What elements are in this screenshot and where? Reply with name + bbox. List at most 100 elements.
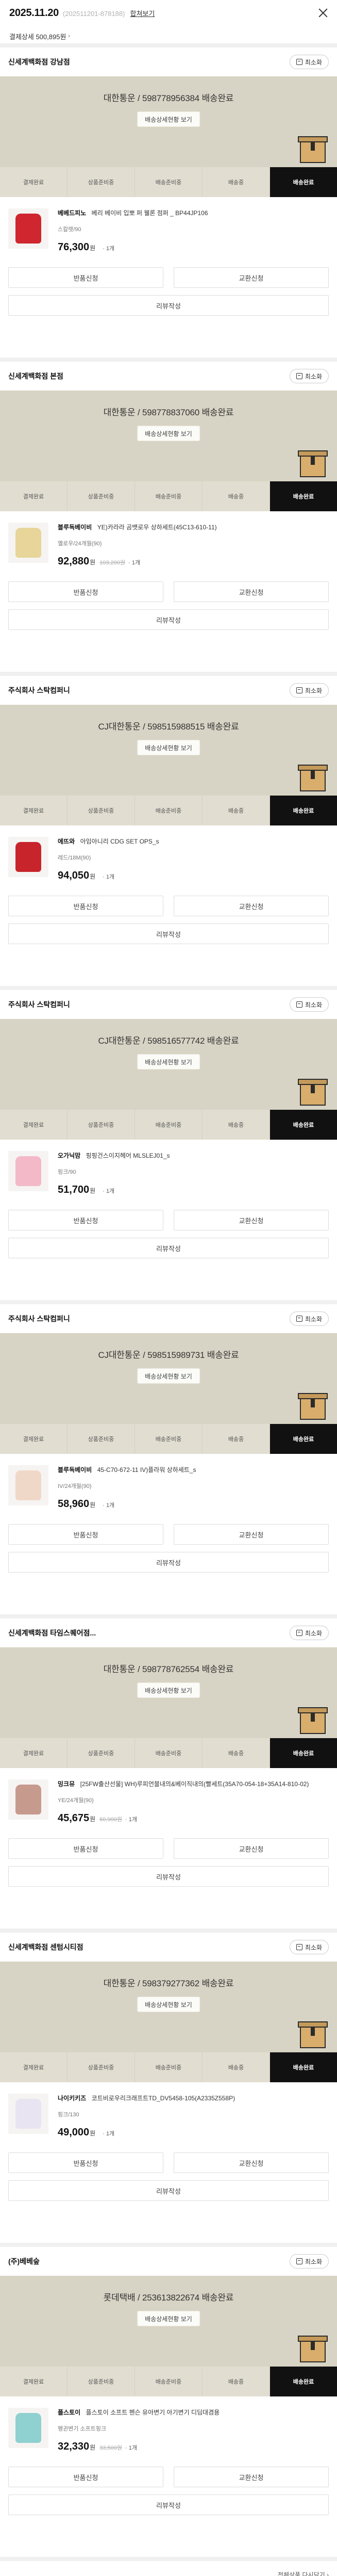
red-padded-jacket-icon [15, 214, 41, 244]
product-thumbnail[interactable] [8, 1465, 48, 1505]
exchange-request-button[interactable]: 교환신청 [174, 267, 329, 288]
minimize-button[interactable]: 최소화 [289, 55, 329, 69]
shipping-status: CJ대한통운 / 598516577742 배송완료 [98, 1036, 239, 1046]
product-thumbnail[interactable] [8, 1151, 48, 1191]
shipping-tracker: 대한통운 / 598778956384 배송완료 배송상세현황 보기 결제완료 상… [0, 76, 337, 197]
product-item[interactable]: 블루독베이비 45-C70-672-11 IV)플라워 상하세트_s IV/24… [0, 1454, 337, 1515]
store-header: 신세계백화점 강남점 최소화 [0, 47, 337, 76]
close-icon[interactable] [317, 7, 329, 19]
product-item[interactable]: 밍크뮤 [25FW출산선물] WH)루피언블내의&베이직내의(빨세트(35A70… [0, 1768, 337, 1829]
product-item[interactable]: 나이키키즈 코트비로우리크래프트TD_DV5458-105(A2335Z558P… [0, 2082, 337, 2143]
shipping-tracker: 대한통운 / 598778837060 배송완료 배송상세현황 보기 결제완료 상… [0, 391, 337, 511]
product-brand: 밍크뮤 [58, 1780, 75, 1788]
delivery-step: 상품준비중 [68, 1424, 135, 1454]
return-request-button[interactable]: 반품신청 [8, 2152, 163, 2173]
return-request-button[interactable]: 반품신청 [8, 1838, 163, 1859]
track-detail-button[interactable]: 배송상세현황 보기 [137, 1368, 200, 1384]
exchange-request-button[interactable]: 교환신청 [174, 1524, 329, 1545]
delivery-step: 배송중 [203, 481, 270, 511]
exchange-request-button[interactable]: 교환신청 [174, 2467, 329, 2487]
minimize-button[interactable]: 최소화 [289, 1311, 329, 1326]
delivery-step: 결제완료 [0, 481, 68, 511]
write-review-button[interactable]: 리뷰작성 [8, 1866, 329, 1887]
product-thumbnail[interactable] [8, 1779, 48, 1820]
store-block: 주식회사 스탁컴퍼니 최소화 CJ대한통운 / 598515988515 배송완… [0, 676, 337, 990]
minimize-icon [296, 2258, 302, 2264]
price-row: 32,330 원 33,500원 · 1개 [58, 2441, 329, 2453]
delivery-step: 상품준비중 [68, 1110, 135, 1140]
minimize-button[interactable]: 최소화 [289, 997, 329, 1012]
minimize-icon [296, 1001, 302, 1008]
minimize-button[interactable]: 최소화 [289, 1940, 329, 1954]
write-review-button[interactable]: 리뷰작성 [8, 2180, 329, 2201]
exchange-request-button[interactable]: 교환신청 [174, 1838, 329, 1859]
minimize-button[interactable]: 최소화 [289, 1626, 329, 1640]
product-thumbnail[interactable] [8, 837, 48, 877]
track-detail-button[interactable]: 배송상세현황 보기 [137, 740, 200, 755]
merged-view-link[interactable]: 합쳐보기 [130, 8, 155, 18]
store-block: (주)베베숲 최소화 롯데택배 / 253613822674 배송완료 배송상세… [0, 2247, 337, 2561]
store-name: 주식회사 스탁컴퍼니 [8, 1315, 70, 1323]
store-block: 주식회사 스탁컴퍼니 최소화 CJ대한통운 / 598516577742 배송완… [0, 990, 337, 1304]
product-thumbnail[interactable] [8, 208, 48, 249]
return-request-button[interactable]: 반품신청 [8, 267, 163, 288]
exchange-request-button[interactable]: 교환신청 [174, 896, 329, 916]
delivery-step: 배송완료 [270, 2052, 337, 2082]
product-price: 94,050 [58, 870, 90, 881]
exchange-request-button[interactable]: 교환신청 [174, 2152, 329, 2173]
minimize-label: 최소화 [305, 58, 322, 66]
delivery-step: 상품준비중 [68, 796, 135, 825]
action-buttons: 반품신청 교환신청 리뷰작성 [0, 1829, 337, 1909]
product-price: 92,880 [58, 556, 90, 567]
action-buttons: 반품신청 교환신청 리뷰작성 [0, 2457, 337, 2538]
write-review-button[interactable]: 리뷰작성 [8, 1238, 329, 1258]
box-tape [311, 2341, 315, 2350]
product-item[interactable]: 베베드피노 베리 베이비 입뽀 퍼 웰론 점퍼 _ BP44JP106 스칼렛/… [0, 197, 337, 258]
product-info: 플스토이 플스토이 소프트 펜슨 유아변기 아기변기 디딤대겸용 펭귄변기 소프… [58, 2408, 329, 2453]
minimize-button[interactable]: 최소화 [289, 683, 329, 698]
product-item[interactable]: 플스토이 플스토이 소프트 펜슨 유아변기 아기변기 디딤대겸용 펭귄변기 소프… [0, 2396, 337, 2457]
write-review-button[interactable]: 리뷰작성 [8, 609, 329, 630]
delivery-box-icon [298, 1079, 328, 1106]
order-date: 2025.11.20 [9, 7, 59, 19]
track-detail-button[interactable]: 배송상세현황 보기 [137, 111, 200, 127]
payment-detail-link[interactable]: 결제상세 500,895원 › [0, 29, 337, 43]
delivery-steps: 결제완료 상품준비중 배송준비중 배송중 배송완료 [0, 1424, 337, 1454]
product-thumbnail[interactable] [8, 2408, 48, 2448]
store-header: (주)베베숲 최소화 [0, 2247, 337, 2276]
track-detail-button[interactable]: 배송상세현황 보기 [137, 1997, 200, 2012]
write-review-button[interactable]: 리뷰작성 [8, 1552, 329, 1573]
return-request-button[interactable]: 반품신청 [8, 1210, 163, 1230]
exchange-request-button[interactable]: 교환신청 [174, 1210, 329, 1230]
exchange-request-button[interactable]: 교환신청 [174, 581, 329, 602]
delivery-step: 배송완료 [270, 796, 337, 825]
store-block: 신세계백화점 타임스퀘어점... 최소화 대한통운 / 598778762554… [0, 1618, 337, 1933]
write-review-button[interactable]: 리뷰작성 [8, 295, 329, 316]
return-request-button[interactable]: 반품신청 [8, 896, 163, 916]
product-item[interactable]: 블루독베이비 YE)카라라 곰뱃로우 상하세트(45C13-610-11) 옐로… [0, 511, 337, 572]
track-detail-button[interactable]: 배송상세현황 보기 [137, 1682, 200, 1698]
product-item[interactable]: 에뜨와 아임아니리 CDG SET OPS_s 레드/18M(90) 94,05… [0, 825, 337, 886]
return-request-button[interactable]: 반품신청 [8, 1524, 163, 1545]
delivery-step: 배송완료 [270, 1738, 337, 1768]
delivery-box-icon [298, 1707, 328, 1734]
track-detail-button[interactable]: 배송상세현황 보기 [137, 1054, 200, 1070]
write-review-button[interactable]: 리뷰작성 [8, 924, 329, 944]
price-row: 76,300 원 · 1개 [58, 241, 329, 253]
product-thumbnail[interactable] [8, 523, 48, 563]
product-option: 옐로우/24개월(90) [58, 541, 102, 547]
price-row: 92,880 원 103,200원 · 1개 [58, 556, 329, 568]
minimize-button[interactable]: 최소화 [289, 2254, 329, 2269]
write-review-button[interactable]: 리뷰작성 [8, 2494, 329, 2515]
delivery-box-icon [298, 765, 328, 791]
product-item[interactable]: 오가닉맘 핑핑건스이지헤어 MLSLEJ01_s 핑크/90 51,700 원 … [0, 1140, 337, 1201]
return-request-button[interactable]: 반품신청 [8, 581, 163, 602]
minimize-button[interactable]: 최소화 [289, 369, 329, 383]
reorder-all-link[interactable]: 전체상품 다시담기 › [278, 2570, 329, 2576]
return-request-button[interactable]: 반품신청 [8, 2467, 163, 2487]
product-thumbnail[interactable] [8, 2094, 48, 2134]
minimize-label: 최소화 [305, 687, 322, 694]
track-detail-button[interactable]: 배송상세현황 보기 [137, 2311, 200, 2326]
track-detail-button[interactable]: 배송상세현황 보기 [137, 426, 200, 441]
order-header-row: 2025.11.20 (202511201-878188) 합쳐보기 [9, 7, 328, 19]
